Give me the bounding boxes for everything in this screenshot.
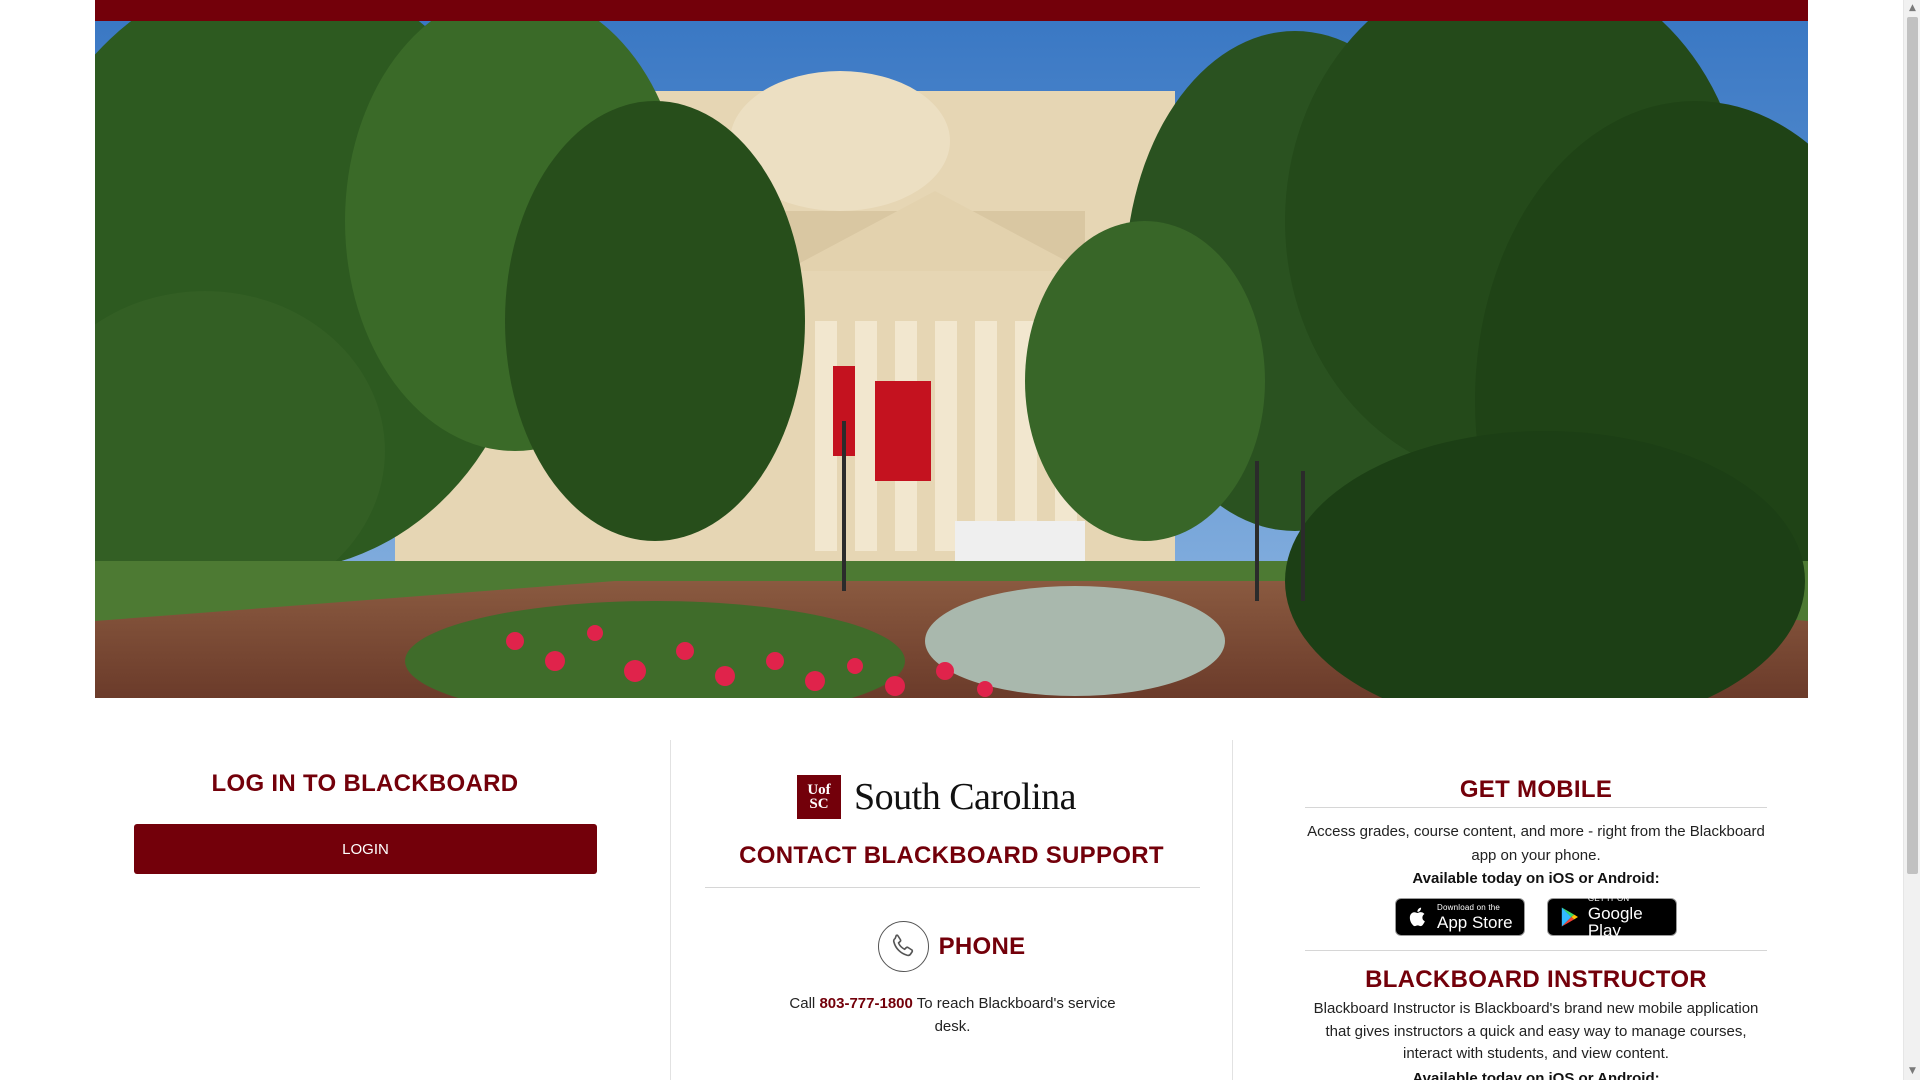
google-play-label: Google Play (1587, 904, 1643, 940)
mobile-description: Access grades, course content, and more … (1307, 823, 1765, 864)
logo-bottom-text: SC (809, 796, 829, 812)
divider (705, 887, 1200, 888)
phone-text-after: To reach Blackboard's service desk. (916, 995, 1116, 1035)
google-play-icon (1561, 907, 1578, 927)
phone-icon (877, 921, 929, 972)
university-name: South Carolina (854, 776, 1077, 818)
scrollbar-thumb[interactable] (1907, 17, 1918, 874)
get-mobile-heading: GET MOBILE (1459, 776, 1613, 803)
divider (1305, 950, 1767, 951)
campus-photo (95, 21, 1808, 698)
instructor-description: Blackboard Instructor is Blackboard's br… (1313, 1000, 1759, 1062)
phone-number-link[interactable]: 803-777-1800 (819, 995, 912, 1012)
top-garnet-bar (95, 0, 1808, 21)
uofsc-logo: Uof SC (797, 775, 841, 819)
hero-banner (95, 0, 1808, 698)
login-button[interactable]: LOGIN (134, 824, 597, 874)
google-play-badge[interactable]: GET IT ON Google Play (1547, 894, 1677, 940)
login-heading: LOG IN TO BLACKBOARD (211, 770, 519, 797)
contact-column: Uof SC South Carolina CONTACT BLACKBOARD… (670, 740, 1233, 1080)
apple-icon (1409, 907, 1425, 927)
scroll-up-icon[interactable]: ▲ (1904, 0, 1920, 17)
phone-heading: PHONE (938, 932, 1026, 960)
google-play-small-text: GET IT ON (1587, 894, 1630, 903)
mobile-availability: Available today on iOS or Android: (1412, 870, 1660, 887)
instructor-availability: Available today on iOS or Android: (1412, 1070, 1660, 1080)
app-store-label: App Store (1437, 912, 1513, 932)
phone-section-header: PHONE (671, 921, 1232, 972)
mobile-column: GET MOBILE Access grades, course content… (1233, 740, 1808, 1080)
phone-text-before: Call (789, 995, 816, 1012)
store-badges: Download on the App Store GET IT ON Goog… (1305, 894, 1767, 940)
divider (1305, 807, 1767, 808)
phone-info: Call 803-777-1800 To reach Blackboard's … (771, 992, 1134, 1038)
login-column: LOG IN TO BLACKBOARD LOGIN (95, 740, 670, 1080)
university-brand[interactable]: Uof SC South Carolina (797, 775, 1077, 819)
app-store-badge[interactable]: Download on the App Store (1395, 898, 1525, 936)
scroll-down-icon[interactable]: ▼ (1904, 1063, 1920, 1080)
contact-heading: CONTACT BLACKBOARD SUPPORT (739, 842, 1164, 869)
app-store-small-text: Download on the (1437, 902, 1501, 912)
logo-top-text: Uof (807, 782, 831, 798)
instructor-heading: BLACKBOARD INSTRUCTOR (1365, 966, 1707, 993)
page-scrollbar[interactable]: ▲ ▼ (1903, 0, 1920, 1080)
